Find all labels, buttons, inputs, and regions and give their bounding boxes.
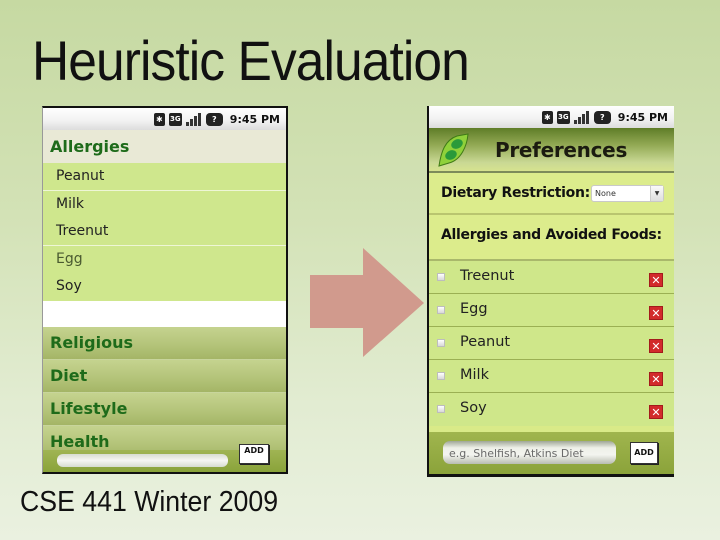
- list-item: Treenut ✕: [429, 261, 674, 294]
- 3g-icon: 3G: [168, 112, 182, 126]
- signal-icon: [185, 112, 202, 126]
- status-bar: ✱ 3G ? 9:45 PM: [43, 108, 286, 130]
- battery-icon: ?: [593, 110, 611, 124]
- category-diet[interactable]: Diet: [43, 359, 286, 393]
- arrow-shape: [310, 248, 424, 357]
- list-item: Peanut ✕: [429, 327, 674, 360]
- dietary-restriction-select[interactable]: None ▼: [591, 185, 664, 202]
- status-time: 9:45 PM: [229, 112, 280, 126]
- status-time: 9:45 PM: [617, 110, 668, 124]
- allergy-item-egg[interactable]: Egg: [43, 246, 286, 274]
- category-lifestyle[interactable]: Lifestyle: [43, 392, 286, 426]
- battery-icon: ?: [205, 112, 223, 126]
- delete-icon[interactable]: ✕: [649, 372, 663, 386]
- add-bar: ADD: [429, 432, 674, 474]
- delete-icon[interactable]: ✕: [649, 339, 663, 353]
- add-bar: ADD: [43, 444, 286, 472]
- list-item: Egg ✕: [429, 294, 674, 327]
- allergies-header[interactable]: Allergies: [43, 130, 286, 163]
- add-button[interactable]: ADD: [239, 444, 269, 464]
- item-label: Treenut: [460, 268, 515, 284]
- item-label: Milk: [460, 367, 489, 383]
- add-item-input[interactable]: [57, 454, 228, 467]
- slide-footer: CSE 441 Winter 2009: [20, 486, 279, 518]
- allergy-list: Peanut Milk Treenut Egg Soy: [43, 163, 286, 301]
- item-label: Egg: [460, 301, 488, 317]
- blank-row: [43, 300, 286, 327]
- before-screenshot: ✱ 3G ? 9:45 PM Allergies Peanut Milk Tre…: [42, 106, 288, 474]
- pea-pod-leaf-icon: [438, 133, 469, 167]
- add-item-input[interactable]: [443, 441, 616, 464]
- item-checkbox[interactable]: [437, 273, 445, 281]
- page-title: Preferences: [495, 138, 628, 162]
- category-religious[interactable]: Religious: [43, 326, 286, 360]
- allergy-item-treenut[interactable]: Treenut: [43, 218, 286, 246]
- dietary-restriction-value: None: [595, 189, 616, 198]
- dietary-restriction-label: Dietary Restriction:: [441, 185, 590, 201]
- delete-icon[interactable]: ✕: [649, 405, 663, 419]
- bluetooth-icon: ✱: [153, 112, 165, 126]
- item-label: Soy: [460, 400, 487, 416]
- delete-icon[interactable]: ✕: [649, 306, 663, 320]
- preferences-form: Dietary Restriction: None ▼ Allergies an…: [429, 173, 674, 261]
- list-item: Soy ✕: [429, 393, 674, 426]
- allergy-list: Treenut ✕ Egg ✕ Peanut ✕ Milk ✕ Soy ✕: [429, 261, 674, 426]
- signal-icon: [573, 110, 590, 124]
- item-checkbox[interactable]: [437, 405, 445, 413]
- item-checkbox[interactable]: [437, 372, 445, 380]
- item-checkbox[interactable]: [437, 306, 445, 314]
- allergy-item-soy[interactable]: Soy: [43, 273, 286, 301]
- delete-icon[interactable]: ✕: [649, 273, 663, 287]
- allergy-item-peanut[interactable]: Peanut: [43, 163, 286, 191]
- right-arrow-icon: [310, 248, 424, 357]
- item-checkbox[interactable]: [437, 339, 445, 347]
- allergy-item-milk[interactable]: Milk: [43, 191, 286, 219]
- item-label: Peanut: [460, 334, 511, 350]
- status-bar: ✱ 3G ? 9:45 PM: [429, 106, 674, 128]
- list-item: Milk ✕: [429, 360, 674, 393]
- allergies-heading: Allergies and Avoided Foods:: [429, 215, 674, 261]
- after-screenshot: ✱ 3G ? 9:45 PM Preferences Dietary Restr…: [427, 106, 674, 477]
- chevron-down-icon[interactable]: ▼: [650, 186, 663, 201]
- title-bar: Preferences: [429, 128, 674, 173]
- slide-title: Heuristic Evaluation: [32, 29, 470, 92]
- add-button[interactable]: ADD: [630, 442, 658, 464]
- dietary-restriction-row: Dietary Restriction: None ▼: [429, 173, 674, 215]
- 3g-icon: 3G: [556, 110, 570, 124]
- bluetooth-icon: ✱: [541, 110, 553, 124]
